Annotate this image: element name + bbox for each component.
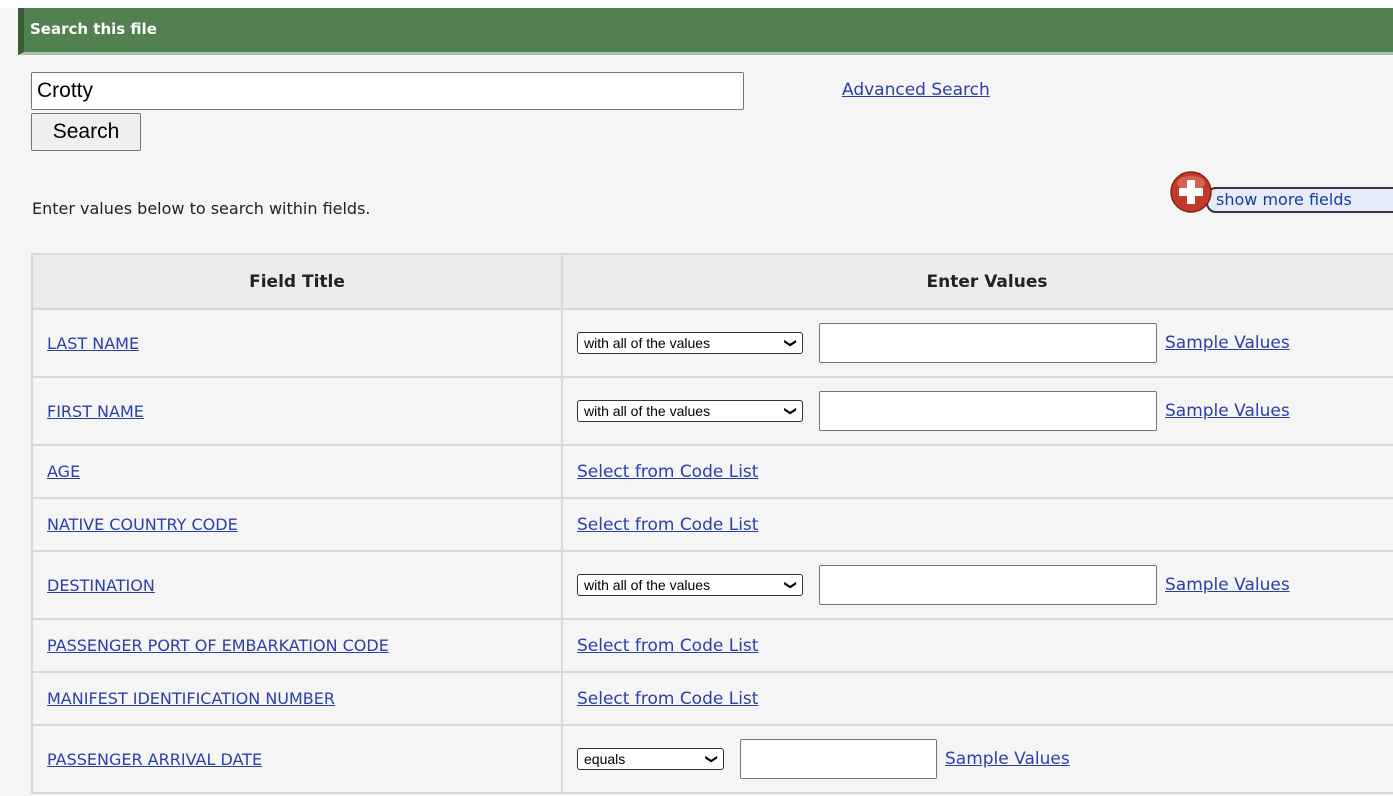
table-row: MANIFEST IDENTIFICATION NUMBER Select fr…	[31, 671, 1393, 726]
value-cell: with all of the values ❯ Sample Values	[577, 565, 1393, 605]
sample-values-link[interactable]: Sample Values	[1165, 333, 1290, 353]
header-enter-values: Enter Values	[561, 253, 1393, 310]
date-input[interactable]	[740, 739, 937, 779]
operator-select[interactable]: with all of the values ❯	[577, 400, 803, 422]
operator-value: with all of the values	[584, 335, 711, 351]
instructions-text: Enter values below to search within fiel…	[32, 199, 371, 218]
operator-select[interactable]: with all of the values ❯	[577, 332, 803, 354]
field-link-first-name[interactable]: FIRST NAME	[47, 402, 144, 421]
show-more-label: show more fields	[1216, 190, 1352, 209]
table-row: NATIVE COUNTRY CODE Select from Code Lis…	[31, 497, 1393, 552]
sample-values-link[interactable]: Sample Values	[945, 749, 1070, 769]
field-link-port-of-embarkation[interactable]: PASSENGER PORT OF EMBARKATION CODE	[47, 636, 389, 655]
header-field-title: Field Title	[31, 253, 563, 310]
sample-values-link[interactable]: Sample Values	[1165, 401, 1290, 421]
field-link-last-name[interactable]: LAST NAME	[47, 334, 139, 353]
chevron-down-icon: ❯	[783, 405, 798, 417]
value-input[interactable]	[819, 323, 1157, 363]
sample-values-link[interactable]: Sample Values	[1165, 575, 1290, 595]
operator-select[interactable]: equals ❯	[577, 748, 724, 770]
field-link-arrival-date[interactable]: PASSENGER ARRIVAL DATE	[47, 750, 262, 769]
section-header	[18, 8, 1393, 55]
value-input[interactable]	[819, 565, 1157, 605]
operator-value: with all of the values	[584, 403, 711, 419]
table-row: DESTINATION with all of the values ❯ Sam…	[31, 550, 1393, 620]
value-cell: equals ❯ Sample Values	[577, 739, 1393, 779]
field-link-manifest-id[interactable]: MANIFEST IDENTIFICATION NUMBER	[47, 689, 335, 708]
chevron-down-icon: ❯	[783, 337, 798, 349]
value-cell: with all of the values ❯ Sample Values	[577, 391, 1393, 431]
search-button[interactable]: Search	[31, 113, 141, 151]
chevron-down-icon: ❯	[783, 579, 798, 591]
operator-value: equals	[584, 751, 626, 767]
field-link-native-country-code[interactable]: NATIVE COUNTRY CODE	[47, 515, 238, 534]
field-link-destination[interactable]: DESTINATION	[47, 576, 155, 595]
select-code-list-link[interactable]: Select from Code List	[577, 462, 758, 482]
section-title: Search this file	[30, 20, 157, 38]
field-link-age[interactable]: AGE	[47, 462, 80, 481]
select-code-list-link[interactable]: Select from Code List	[577, 515, 758, 535]
show-more-fields-button[interactable]: show more fields	[1166, 169, 1393, 219]
page: Search this file Search Advanced Search …	[0, 0, 1393, 796]
table-row: PASSENGER ARRIVAL DATE equals ❯ Sample V…	[31, 724, 1393, 794]
table-row: PASSENGER PORT OF EMBARKATION CODE Selec…	[31, 618, 1393, 673]
fields-table: Field Title Enter Values LAST NAME with …	[31, 253, 1393, 794]
search-input[interactable]	[31, 72, 744, 110]
value-input[interactable]	[819, 391, 1157, 431]
select-code-list-link[interactable]: Select from Code List	[577, 636, 758, 656]
value-cell: with all of the values ❯ Sample Values	[577, 323, 1393, 363]
top-strip	[0, 0, 1393, 8]
advanced-search-link[interactable]: Advanced Search	[842, 80, 990, 100]
table-row: AGE Select from Code List	[31, 444, 1393, 499]
chevron-down-icon: ❯	[704, 753, 719, 765]
operator-value: with all of the values	[584, 577, 711, 593]
table-row: LAST NAME with all of the values ❯ Sampl…	[31, 308, 1393, 378]
operator-select[interactable]: with all of the values ❯	[577, 574, 803, 596]
select-code-list-link[interactable]: Select from Code List	[577, 689, 758, 709]
table-row: FIRST NAME with all of the values ❯ Samp…	[31, 376, 1393, 446]
plus-circle-icon	[1170, 171, 1212, 213]
